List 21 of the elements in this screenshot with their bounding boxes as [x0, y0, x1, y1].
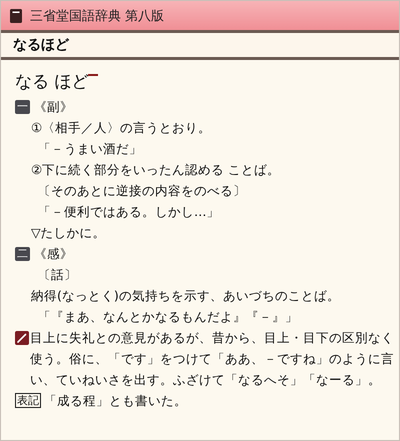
usage-note: 目上に失礼との意見があるが、昔から、目上・目下の区別なく使う。俗に、「です」をつけて「ああ、－ですね」のように言い、ていねいさを出す。ふざけて「なるへそ」「なーる」。 — [30, 329, 395, 389]
section-number: 二 — [15, 246, 30, 260]
part-of-speech: 《感》 — [34, 245, 73, 263]
example: 「『まあ、なんとかなるもんだよ』『－』」 — [37, 308, 299, 326]
book-icon — [9, 8, 23, 24]
example: 「－便利ではある。しかし…」 — [37, 203, 220, 221]
notation-label: 表記 — [15, 393, 41, 408]
part-of-speech: 《副》 — [34, 98, 73, 116]
definition: ▽たしかに。 — [30, 224, 107, 242]
definition: ②下に続く部分をいったん認める ことば。 — [30, 161, 282, 179]
section-number: 一 — [15, 100, 30, 114]
window-title: 三省堂国語辞典 第八版 — [30, 8, 164, 24]
example: 「－うまい酒だ」 — [37, 140, 143, 158]
entry-title: なるほど — [13, 36, 69, 54]
headword: なる ほど — [15, 71, 88, 94]
example: 〔そのあとに逆接の内容をのべる〕 — [37, 182, 247, 200]
pen-icon — [15, 331, 29, 345]
example: 〔話〕 — [37, 266, 78, 284]
definition: ①〈相手／人〉の言うとおり。 — [30, 119, 212, 137]
notation-text: 「成る程」とも書いた。 — [44, 392, 187, 410]
definition: 納得(なっとく)の気持ちを示す、あいづちのことば。 — [30, 287, 341, 305]
